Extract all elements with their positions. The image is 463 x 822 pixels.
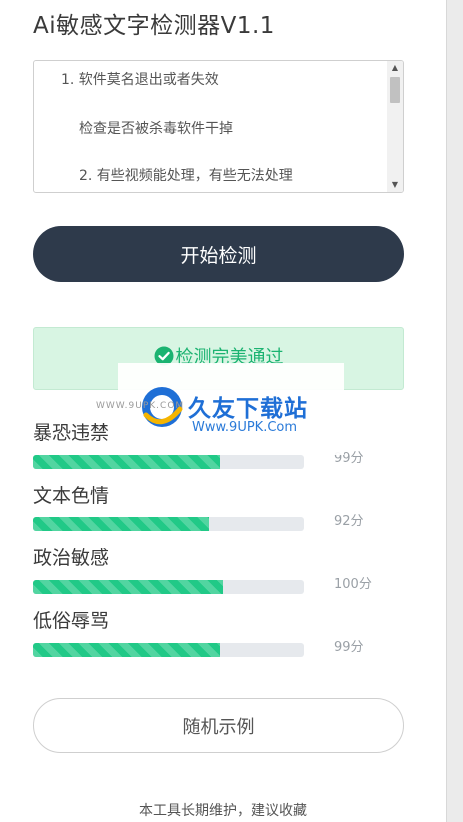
metric-bar-fill [33,643,220,657]
metric-label-violence: 暴恐违禁 [33,422,110,444]
notes-scrollbar[interactable]: ▲ ▼ [387,61,403,192]
notes-textarea[interactable]: 1. 软件莫名退出或者失效 检查是否被杀毒软件干掉 2. 有些视频能处理，有些无… [33,60,404,193]
notes-scroll-thumb[interactable] [390,77,400,103]
app-title: Ai敏感文字检测器V1.1 [33,13,275,39]
metric-bar-political [33,580,304,594]
metric-bar-fill [33,517,210,531]
footer-note: 本工具长期维护，建议收藏 [139,803,307,819]
metric-label-vulgar: 低俗辱骂 [33,610,110,632]
random-example-button[interactable]: 随机示例 [33,698,404,753]
notes-line-2: 检查是否被杀毒软件干掉 [79,121,233,137]
start-detect-button[interactable]: 开始检测 [33,226,404,282]
watermark-url: Www.9UPK.Com [192,420,298,435]
metric-score-vulgar: 99分 [334,640,364,655]
metric-bar-sexual [33,517,304,531]
metric-bar-fill [33,455,220,469]
metric-bar-violence [33,455,304,469]
scroll-up-arrow-icon[interactable]: ▲ [387,61,403,75]
metric-bar-fill [33,580,223,594]
notes-line-3: 2. 有些视频能处理，有些无法处理 [79,168,293,184]
watermark-left-url: WWW.9UPK.COM [96,401,185,411]
metric-score-political: 100分 [334,577,372,592]
metric-score-sexual: 92分 [334,514,364,529]
notes-line-1: 1. 软件莫名退出或者失效 [61,72,219,88]
metric-label-political: 政治敏感 [33,547,110,569]
metric-bar-vulgar [33,643,304,657]
window-scrollbar[interactable] [446,0,463,822]
scroll-down-arrow-icon[interactable]: ▼ [387,178,403,192]
metric-label-sexual: 文本色情 [33,485,110,507]
watermark-brand: 久友下载站 [188,396,308,422]
